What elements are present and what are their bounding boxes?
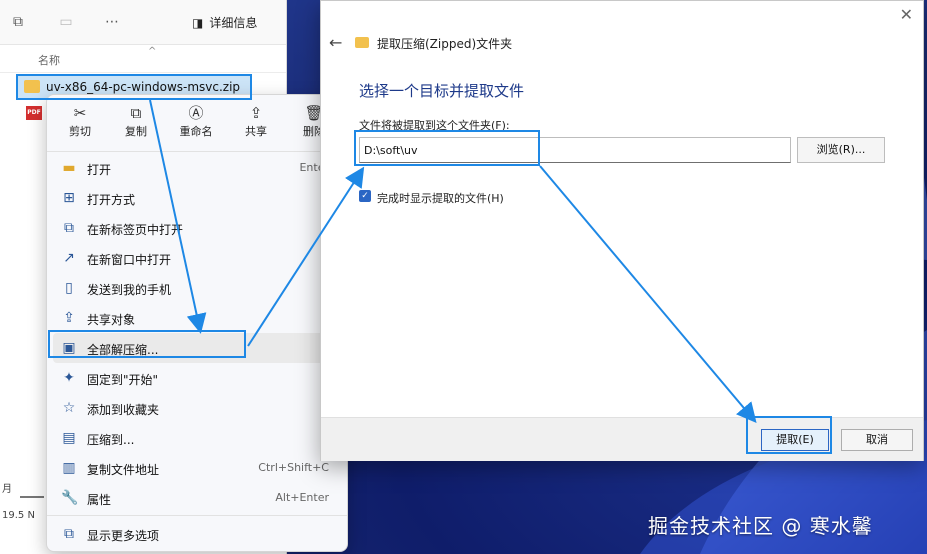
open-with-icon: ⊞ <box>63 190 75 206</box>
menu-item-properties[interactable]: 🔧 属性 Alt+Enter <box>53 483 341 513</box>
rename-action[interactable]: Ⓐ 重命名 <box>171 103 221 139</box>
details-label: 详细信息 <box>209 16 258 30</box>
phone-icon: ▯ <box>65 280 73 296</box>
sort-chevron-icon[interactable]: ^ <box>148 46 156 57</box>
destination-path-input[interactable] <box>364 140 784 160</box>
menu-item-compress-to[interactable]: ▤ 压缩到... › <box>53 423 341 453</box>
browse-button[interactable]: 浏览(R)... <box>797 137 885 163</box>
menu-item-label: 添加到收藏夹 <box>87 403 160 417</box>
menu-item-pin-start[interactable]: ✦ 固定到"开始" <box>53 363 341 393</box>
menu-item-open-with[interactable]: ⊞ 打开方式 › <box>53 183 341 213</box>
cut-label: 剪切 <box>69 125 91 138</box>
menu-item-label: 属性 <box>87 493 112 507</box>
compress-icon: ▤ <box>62 430 76 446</box>
share-object-icon: ⇪ <box>63 310 75 326</box>
close-icon[interactable]: ✕ <box>900 5 913 24</box>
share-action[interactable]: ⇪ 共享 <box>231 103 281 139</box>
menu-item-label: 显示更多选项 <box>87 529 160 543</box>
share-label: 共享 <box>245 125 267 138</box>
menu-item-label: 共享对象 <box>87 313 136 327</box>
menu-item-shortcut: Ctrl+Shift+C <box>258 461 329 474</box>
menu-item-label: 发送到我的手机 <box>87 283 172 297</box>
extract-all-icon: ▣ <box>62 340 76 356</box>
details-pane-icon: ◨ <box>192 15 204 30</box>
copy-icon[interactable]: ⧉ <box>10 14 26 30</box>
menu-item-label: 在新窗口中打开 <box>87 253 172 267</box>
rename-icon: Ⓐ <box>188 104 204 122</box>
show-files-checkbox[interactable]: ✓ <box>359 190 371 202</box>
menu-item-label: 压缩到... <box>87 433 135 447</box>
cut-action[interactable]: ✂ 剪切 <box>55 103 105 139</box>
file-name: uv-x86_64-pc-windows-msvc.zip <box>46 80 241 94</box>
zip-folder-icon <box>355 37 369 48</box>
pin-icon: ✦ <box>63 370 75 386</box>
context-menu: ✂剪切 ⧉复制 Ⓐ重命名 ⇪共享 🗑删除 ▬ 打开 Enter ⊞ 打开方式 ›… <box>46 94 348 552</box>
share-icon: ⇪ <box>249 104 263 122</box>
scissors-icon: ✂ <box>73 104 87 122</box>
menu-item-shortcut: Alt+Enter <box>275 491 329 504</box>
dialog-window-title: 提取压缩(Zipped)文件夹 <box>377 37 513 51</box>
status-date: 月 <box>2 484 12 495</box>
dialog-footer <box>321 417 923 461</box>
explorer-toolbar: ⧉ ▭ ⋯ ◨ 详细信息 <box>0 0 286 45</box>
menu-item-share-object[interactable]: ⇪ 共享对象 › <box>53 303 341 333</box>
menu-item-copy-path[interactable]: ▥ 复制文件地址 Ctrl+Shift+C <box>53 453 341 483</box>
watermark-text: 掘金技术社区 @ 寒水馨 <box>648 514 873 538</box>
menu-item-open[interactable]: ▬ 打开 Enter <box>53 153 341 183</box>
menu-divider <box>47 515 347 516</box>
more-icon[interactable]: ⋯ <box>104 14 120 30</box>
menu-item-send-to-phone[interactable]: ▯ 发送到我的手机 <box>53 273 341 303</box>
copy-label: 复制 <box>125 125 147 138</box>
show-files-label: 完成时显示提取的文件(H) <box>377 192 504 205</box>
menu-item-open-new-window[interactable]: ↗ 在新窗口中打开 <box>53 243 341 273</box>
menu-item-open-new-tab[interactable]: ⧉ 在新标签页中打开 <box>53 213 341 243</box>
details-button[interactable]: ◨ 详细信息 <box>192 14 257 31</box>
more-options-icon: ⧉ <box>64 526 74 542</box>
menu-item-more-options[interactable]: ⧉ 显示更多选项 <box>53 519 341 549</box>
zip-folder-icon <box>24 80 40 93</box>
menu-item-label: 固定到"开始" <box>87 373 159 387</box>
path-label: 文件将被提取到这个文件夹(F): <box>359 119 510 132</box>
menu-item-label: 复制文件地址 <box>87 463 160 477</box>
folder-open-icon: ▬ <box>62 160 76 176</box>
pdf-file-icon[interactable]: PDF <box>26 106 42 120</box>
column-header: ^ 名称 <box>0 44 286 73</box>
menu-item-label: 打开方式 <box>87 193 136 207</box>
menu-item-label: 全部解压缩... <box>87 343 159 357</box>
menu-item-label: 打开 <box>87 163 112 177</box>
back-arrow-icon[interactable]: ← <box>329 33 342 52</box>
wrench-icon: 🔧 <box>61 490 79 506</box>
status-size: 19.5 N <box>2 510 35 521</box>
copy-action[interactable]: ⧉ 复制 <box>111 103 161 139</box>
copy-icon: ⧉ <box>130 104 142 122</box>
new-tab-icon: ⧉ <box>64 220 74 236</box>
menu-item-extract-all[interactable]: ▣ 全部解压缩... <box>53 333 341 363</box>
destination-path-field[interactable] <box>359 137 791 163</box>
column-name[interactable]: 名称 <box>38 52 60 68</box>
menu-item-add-favorites[interactable]: ☆ 添加到收藏夹 <box>53 393 341 423</box>
new-window-icon: ↗ <box>63 250 75 266</box>
horizontal-scrollbar[interactable] <box>20 496 44 498</box>
star-icon: ☆ <box>62 400 76 416</box>
extract-button[interactable]: 提取(E) <box>761 429 829 451</box>
menu-item-label: 在新标签页中打开 <box>87 223 184 237</box>
dialog-heading: 选择一个目标并提取文件 <box>359 82 525 100</box>
cancel-button[interactable]: 取消 <box>841 429 913 451</box>
paste-icon[interactable]: ▭ <box>58 14 74 30</box>
context-menu-quick-actions: ✂ 剪切 ⧉ 复制 Ⓐ 重命名 ⇪ 共享 🗑 删除 <box>47 95 347 149</box>
rename-label: 重命名 <box>179 125 213 138</box>
extract-dialog: ✕ ← 提取压缩(Zipped)文件夹 选择一个目标并提取文件 文件将被提取到这… <box>320 0 924 461</box>
menu-divider <box>47 151 347 152</box>
copy-path-icon: ▥ <box>62 460 76 476</box>
